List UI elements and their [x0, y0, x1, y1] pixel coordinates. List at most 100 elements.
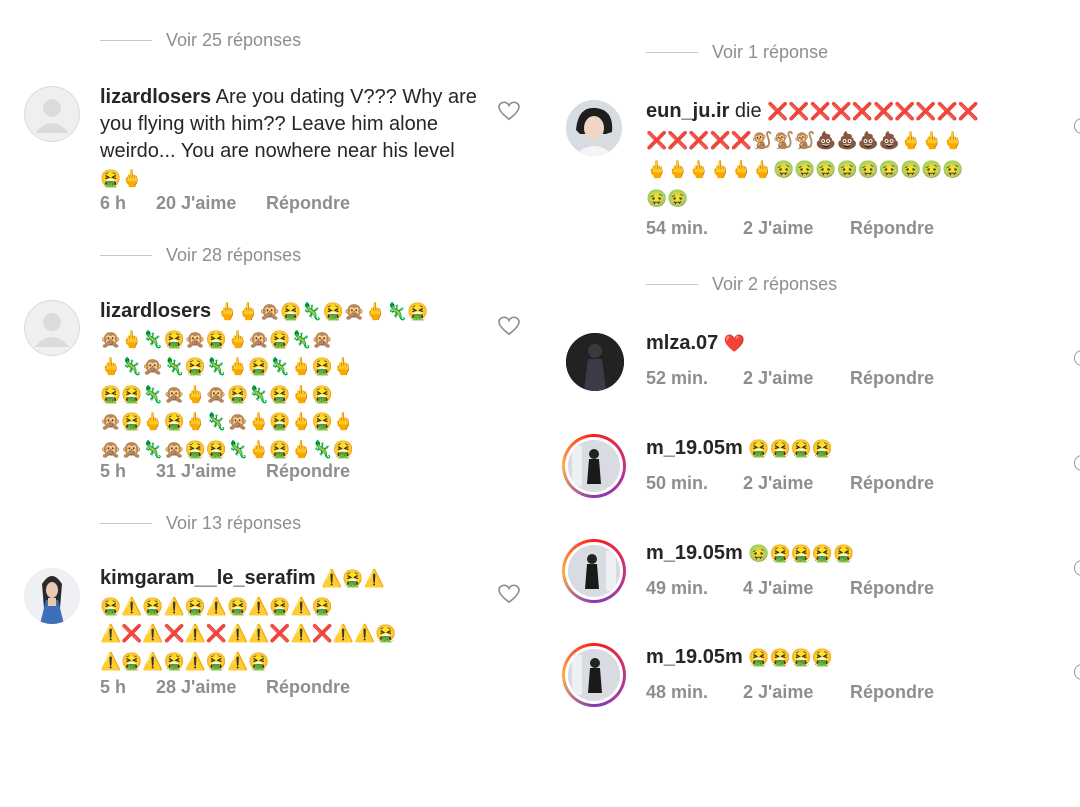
- comment-likes[interactable]: 31 J'aime: [156, 461, 266, 482]
- comment-emojis: ❌❌❌❌❌❌❌❌❌❌: [767, 102, 979, 122]
- comment-meta: 6 h 20 J'aime Répondre: [100, 193, 350, 214]
- comment-emojis: ❤️: [723, 334, 745, 354]
- comment-emojis: ⚠️🤮⚠️: [321, 569, 385, 589]
- profile-photo: [566, 333, 624, 391]
- avatar[interactable]: [566, 333, 624, 391]
- divider-line: [646, 52, 698, 53]
- comment-emojis: 🖕🖕🙊🤮🦎🤮🙊🖕🦎🤮: [216, 302, 429, 322]
- comment-emojis: 🖕🖕🖕🖕🖕🖕🤢🤢🤢🤢🤢🤢🤢🤢🤢: [646, 160, 964, 180]
- left-comments-panel: Voir 25 réponses lizardlosers Are you da…: [0, 0, 540, 720]
- like-heart-icon[interactable]: [1074, 118, 1080, 134]
- reply-button[interactable]: Répondre: [266, 461, 350, 482]
- reply-button[interactable]: Répondre: [850, 682, 934, 703]
- comment-meta: 52 min. 2 J'aime Répondre: [646, 368, 934, 389]
- comment-username[interactable]: lizardlosers: [100, 86, 211, 108]
- avatar[interactable]: [24, 568, 80, 624]
- comment-emojis: 🤮🤮🤮🤮: [748, 439, 833, 459]
- comment-emojis: 🙊🖕🦎🤮🙊🤮🖕🙊🤮🦎🙊: [100, 329, 333, 350]
- comment-meta: 50 min. 2 J'aime Répondre: [646, 473, 934, 494]
- like-heart-icon[interactable]: [498, 584, 520, 604]
- avatar-story-ring[interactable]: [562, 643, 626, 707]
- comment-body: mlza.07 ❤️: [646, 330, 1066, 358]
- reply-button[interactable]: Répondre: [850, 473, 934, 494]
- comment-meta: 5 h 31 J'aime Répondre: [100, 461, 350, 482]
- comment-emojis: 🖕🦎🙊🦎🤮🦎🖕🤮🦎🖕🤮🖕: [100, 357, 355, 377]
- comment-meta: 48 min. 2 J'aime Répondre: [646, 682, 934, 703]
- like-heart-icon[interactable]: [1074, 350, 1080, 366]
- divider-line: [100, 523, 152, 524]
- view-replies-button[interactable]: Voir 13 réponses: [100, 513, 301, 534]
- comment-body: m_19.05m 🤢🤮🤮🤮🤮: [646, 540, 1066, 568]
- comment-username[interactable]: mlza.07: [646, 332, 718, 354]
- comment-time: 50 min.: [646, 473, 709, 493]
- like-heart-icon[interactable]: [1074, 455, 1080, 471]
- comment-body: m_19.05m 🤮🤮🤮🤮: [646, 435, 1066, 463]
- comment-time: 6 h: [100, 193, 127, 213]
- comment-time: 52 min.: [646, 368, 709, 388]
- like-heart-icon[interactable]: [498, 316, 520, 336]
- view-replies-button[interactable]: Voir 1 réponse: [646, 42, 828, 63]
- comment-emojis: 🤮🤮🤮🤮: [748, 648, 833, 668]
- comment-username[interactable]: m_19.05m: [646, 437, 743, 459]
- default-user-icon: [35, 99, 69, 133]
- comment-time: 5 h: [100, 461, 127, 481]
- avatar[interactable]: [566, 100, 622, 156]
- avatar[interactable]: [24, 86, 80, 142]
- comment-body: eun_ju.ir die ❌❌❌❌❌❌❌❌❌❌ ❌❌❌❌❌🐒🐒🐒💩💩💩💩🖕🖕🖕…: [646, 97, 1066, 213]
- comment-time: 5 h: [100, 677, 127, 697]
- like-heart-icon[interactable]: [1074, 560, 1080, 576]
- comment-body: lizardlosers 🖕🖕🙊🤮🦎🤮🙊🖕🦎🤮 🙊🖕🦎🤮🙊🤮🖕🙊🤮🦎🙊 🖕🦎🙊🦎…: [100, 298, 490, 463]
- comment-likes[interactable]: 2 J'aime: [743, 682, 850, 703]
- profile-photo: [24, 568, 80, 624]
- like-heart-icon[interactable]: [498, 101, 520, 121]
- view-replies-label: Voir 13 réponses: [166, 513, 302, 533]
- reply-button[interactable]: Répondre: [850, 218, 934, 239]
- comment-emojis: 🙊🤮🖕🤮🖕🦎🙊🖕🤮🖕🤮🖕: [100, 412, 355, 432]
- comment-likes[interactable]: 2 J'aime: [743, 218, 850, 239]
- right-comments-panel: Voir 1 réponse eun_ju.ir die ❌❌❌❌❌❌❌❌❌❌ …: [548, 0, 1080, 720]
- reply-button[interactable]: Répondre: [266, 677, 350, 698]
- default-user-icon: [35, 313, 69, 347]
- comment-likes[interactable]: 2 J'aime: [743, 368, 850, 389]
- view-replies-button[interactable]: Voir 28 réponses: [100, 245, 301, 266]
- like-heart-icon[interactable]: [1074, 664, 1080, 680]
- profile-photo: [566, 100, 622, 156]
- comment-username[interactable]: lizardlosers: [100, 300, 211, 322]
- comment-emojis: 🤮🖕: [100, 169, 143, 189]
- comment-meta: 5 h 28 J'aime Répondre: [100, 677, 350, 698]
- reply-button[interactable]: Répondre: [850, 368, 934, 389]
- comment-body: kimgaram__le_serafim ⚠️🤮⚠️ 🤮⚠️🤮⚠️🤮⚠️🤮⚠️🤮…: [100, 565, 490, 675]
- comment-time: 49 min.: [646, 578, 709, 598]
- comment-username[interactable]: kimgaram__le_serafim: [100, 567, 316, 589]
- view-replies-button[interactable]: Voir 2 réponses: [646, 274, 837, 295]
- comment-emojis: 🙊🙊🦎🙊🤮🤮🦎🖕🤮🖕🦎🤮: [100, 439, 355, 460]
- comment-emojis: 🤢🤮🤮🤮🤮: [748, 544, 855, 564]
- reply-button[interactable]: Répondre: [850, 578, 934, 599]
- avatar[interactable]: [24, 300, 80, 356]
- avatar-story-ring[interactable]: [562, 539, 626, 603]
- comment-likes[interactable]: 20 J'aime: [156, 193, 266, 214]
- comment-text: die: [734, 100, 762, 122]
- view-replies-button[interactable]: Voir 25 réponses: [100, 30, 301, 51]
- view-replies-label: Voir 28 réponses: [166, 245, 302, 265]
- profile-photo: [568, 440, 620, 492]
- comment-emojis: ⚠️🤮⚠️🤮⚠️🤮⚠️🤮: [100, 651, 270, 672]
- comment-emojis: 🤢🤢: [646, 189, 689, 209]
- comment-likes[interactable]: 2 J'aime: [743, 473, 850, 494]
- profile-photo: [568, 545, 620, 597]
- comment-username[interactable]: m_19.05m: [646, 542, 743, 564]
- comment-likes[interactable]: 4 J'aime: [743, 578, 850, 599]
- divider-line: [100, 40, 152, 41]
- divider-line: [646, 284, 698, 285]
- comment-likes[interactable]: 28 J'aime: [156, 677, 266, 698]
- comment-meta: 54 min. 2 J'aime Répondre: [646, 218, 934, 239]
- comment-meta: 49 min. 4 J'aime Répondre: [646, 578, 934, 599]
- comment-time: 54 min.: [646, 218, 709, 238]
- avatar-story-ring[interactable]: [562, 434, 626, 498]
- comment-username[interactable]: m_19.05m: [646, 646, 743, 668]
- comment-body: m_19.05m 🤮🤮🤮🤮: [646, 644, 1066, 672]
- reply-button[interactable]: Répondre: [266, 193, 350, 214]
- view-replies-label: Voir 2 réponses: [712, 274, 838, 294]
- view-replies-label: Voir 25 réponses: [166, 30, 302, 50]
- comment-username[interactable]: eun_ju.ir: [646, 100, 729, 122]
